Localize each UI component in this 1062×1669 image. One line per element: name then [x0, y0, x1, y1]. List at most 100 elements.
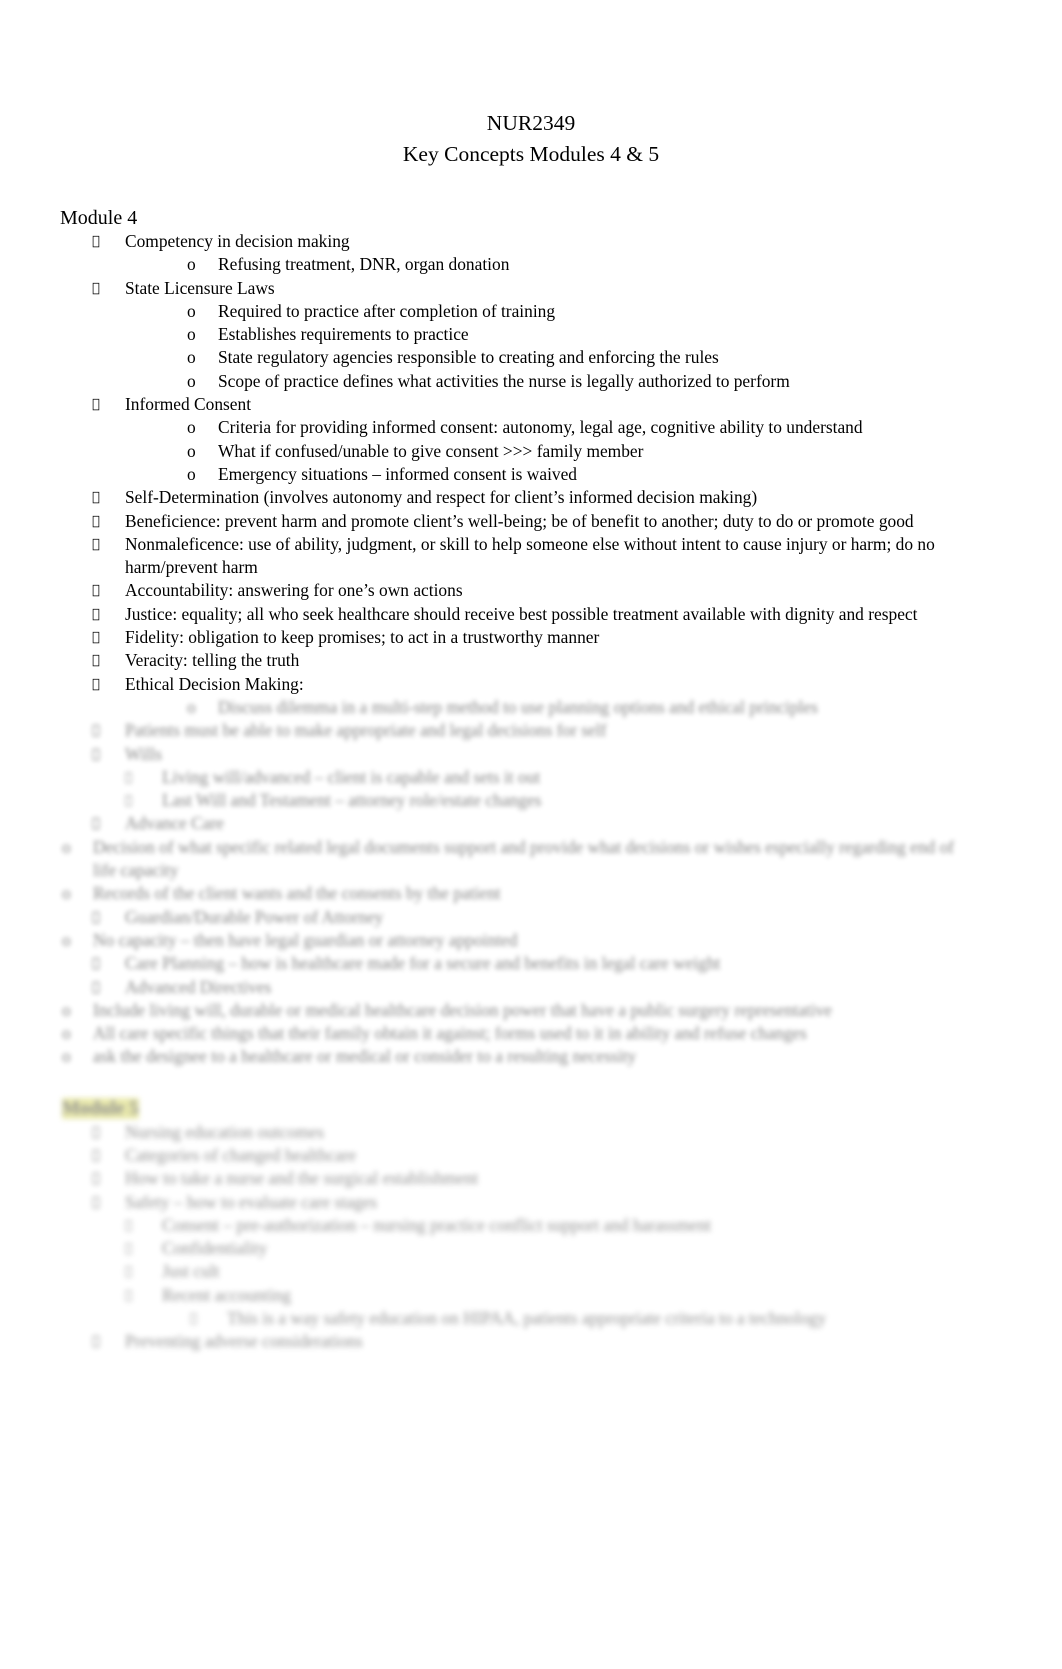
sub-bullet-icon: o — [187, 254, 196, 275]
list-item-text: Categories of changed healthcare — [125, 1144, 357, 1165]
list-item:  Advance Care — [92, 812, 1005, 835]
bullet-icon:  — [125, 789, 132, 812]
list-item-text: Patients must be able to make appropriat… — [125, 720, 607, 741]
bullet-icon:  — [92, 1191, 100, 1214]
list-item:  Living will/advanced – client is capab… — [125, 766, 1042, 789]
sub-bullet-icon: o — [62, 883, 71, 904]
bullet-icon:  — [125, 1214, 132, 1237]
bullet-icon:  — [92, 486, 100, 509]
list-item:  This is a way safety education on HIPA… — [190, 1307, 1062, 1330]
list-item-text: Veracity: telling the truth — [125, 650, 300, 671]
bullet-icon:  — [92, 743, 100, 766]
list-item:  Recent accounting — [125, 1284, 1042, 1307]
bullet-icon:  — [92, 976, 100, 999]
list-item-text: Safety – how to evaluate care stages — [125, 1191, 378, 1212]
module5-heading: Module 5 — [62, 1097, 1062, 1121]
title-line-2: Key Concepts Modules 4 & 5 — [402, 142, 660, 166]
list-item:  Informed Consent o Criteria for provid… — [92, 393, 1005, 486]
bullet-icon:  — [92, 1121, 100, 1144]
list-item:  Justice: equality; all who seek health… — [92, 603, 1005, 626]
bullet-icon:  — [92, 1330, 100, 1353]
list-item-text: Guardian/Durable Power of Attorney — [125, 906, 384, 927]
list-item-text: Emergency situations – informed consent … — [218, 463, 578, 484]
list-item-text: Preventing adverse considerations — [125, 1331, 363, 1352]
list-item:  Just cult — [125, 1260, 1042, 1283]
list-item-text: Include living will, durable or medical … — [93, 999, 832, 1020]
list-item-text: Accountability: answering for one’s own … — [125, 580, 463, 601]
list-item-text: Refusing treatment, DNR, organ donation — [218, 254, 510, 275]
list-item:  Preventing adverse considerations — [92, 1330, 1005, 1353]
list-item-text: No capacity – then have legal guardian o… — [93, 929, 518, 950]
list-item:  How to take a nurse and the surgical e… — [92, 1167, 1005, 1190]
list-item:  Confidentiality — [125, 1237, 1042, 1260]
list-item-text: Records of the client wants and the cons… — [93, 883, 501, 904]
bullet-icon:  — [92, 510, 100, 533]
list-item: o All care specific things that their fa… — [62, 1022, 973, 1045]
list-item: o Required to practice after completion … — [187, 300, 1005, 323]
list-item: o Refusing treatment, DNR, organ donatio… — [187, 253, 1005, 276]
list-item: o Decision of what specific related lega… — [62, 836, 973, 883]
list-item:  Accountability: answering for one’s ow… — [92, 579, 1005, 602]
list-item:  Beneficience: prevent harm and promote… — [92, 510, 1005, 533]
list-item-text: Decision of what specific related legal … — [93, 836, 955, 881]
sub-bullet-icon: o — [62, 1046, 71, 1067]
bullet-icon:  — [125, 1237, 132, 1260]
list-item-text: Fidelity: obligation to keep promises; t… — [125, 627, 600, 648]
bullet-icon:  — [92, 533, 100, 556]
sub-bullet-icon: o — [187, 440, 196, 461]
sub-bullet-icon: o — [62, 836, 71, 857]
bullet-icon:  — [92, 719, 100, 742]
bullet-icon:  — [92, 277, 100, 300]
list-item: o Include living will, durable or medica… — [62, 999, 973, 1022]
list-item:  Fidelity: obligation to keep promises;… — [92, 626, 1005, 649]
bullet-icon:  — [190, 1307, 197, 1330]
list-item-text: Last Will and Testament – attorney role/… — [162, 790, 542, 811]
list-item:  Care Planning – how is healthcare made… — [92, 952, 1005, 975]
list-item-text: Wills — [125, 743, 162, 764]
list-item-text: Beneficience: prevent harm and promote c… — [125, 510, 914, 531]
list-item-text: Advanced Directives — [125, 976, 272, 997]
list-item-text: What if confused/unable to give consent … — [218, 440, 644, 461]
list-item-text: Justice: equality; all who seek healthca… — [125, 603, 918, 624]
module5-list:  Nursing education outcomes  Categorie… — [0, 1121, 1062, 1354]
sub-bullet-icon: o — [62, 999, 71, 1020]
bullet-icon:  — [92, 603, 100, 626]
bullet-icon:  — [92, 952, 100, 975]
list-item-text: All care specific things that their fami… — [93, 1023, 807, 1044]
list-item: o Records of the client wants and the co… — [62, 882, 973, 905]
list-item: o ask the designee to a healthcare or me… — [62, 1045, 973, 1068]
sub-bullet-icon: o — [62, 1023, 71, 1044]
bullet-icon:  — [92, 812, 100, 835]
list-item:  Self-Determination (involves autonomy … — [92, 486, 1005, 509]
list-item:  Advanced Directives — [92, 976, 1005, 999]
list-item-text: This is a way safety education on HIPAA,… — [227, 1308, 827, 1329]
list-item: o Establishes requirements to practice — [187, 323, 1005, 346]
list-item-text: Consent – pre-authorization – nursing pr… — [162, 1214, 712, 1235]
sub-bullet-icon: o — [187, 347, 196, 368]
sub-bullet-icon: o — [187, 324, 196, 345]
list-item-text: Scope of practice defines what activitie… — [218, 370, 790, 391]
document-page: NUR2349 Key Concepts Modules 4 & 5 Modul… — [0, 108, 1062, 1669]
list-item-text: Nonmaleficence: use of ability, judgment… — [125, 533, 935, 578]
bullet-icon:  — [125, 1260, 132, 1283]
bullet-icon:  — [92, 579, 100, 602]
list-item:  Ethical Decision Making: o Discuss dil… — [92, 673, 1005, 720]
list-item-text: Criteria for providing informed consent:… — [218, 417, 863, 438]
list-item:  State Licensure Laws o Required to pra… — [92, 277, 1005, 393]
list-item:  Wills — [92, 743, 1005, 766]
sub-bullet-icon: o — [62, 929, 71, 950]
module4-list:  Competency in decision making o Refusi… — [0, 230, 1062, 719]
sub-list: o Required to practice after completion … — [125, 300, 1005, 393]
sub-list: o Discuss dilemma in a multi-step method… — [125, 696, 1005, 719]
module4-blurred-list:  Patients must be able to make appropri… — [0, 719, 1062, 1068]
list-item-text: ask the designee to a healthcare or medi… — [93, 1046, 637, 1067]
sub-bullet-icon: o — [187, 463, 196, 484]
list-item-text: Establishes requirements to practice — [218, 324, 469, 345]
sub-bullet-icon: o — [187, 696, 196, 717]
list-item:  Categories of changed healthcare — [92, 1144, 1005, 1167]
list-item: o Criteria for providing informed consen… — [187, 416, 1005, 439]
list-item-text: State regulatory agencies responsible to… — [218, 347, 719, 368]
bullet-icon:  — [92, 673, 100, 696]
bullet-icon:  — [125, 1284, 132, 1307]
list-item-text: Recent accounting — [162, 1284, 291, 1305]
